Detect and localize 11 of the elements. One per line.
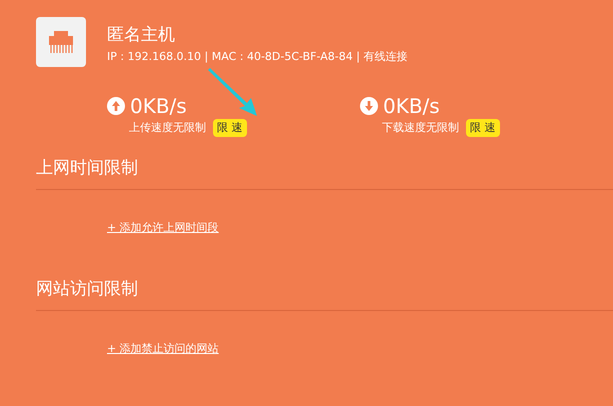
- ethernet-port-icon: [46, 31, 76, 53]
- speed-value: 0KB/s: [130, 94, 187, 118]
- host-details: IP : 192.168.0.10 | MAC : 40-8D-5C-BF-A8-84 | 有线连接: [107, 50, 408, 64]
- host-name: 匿名主机: [107, 24, 176, 46]
- limit-speed-button[interactable]: 限 速: [213, 119, 246, 137]
- section-title: 网站访问限制: [35, 278, 139, 300]
- speed-status: 上传速度无限制: [129, 120, 206, 136]
- speed-value: 0KB/s: [383, 94, 440, 118]
- section-title: 上网时间限制: [35, 157, 139, 179]
- limit-speed-button[interactable]: 限 速: [466, 119, 500, 137]
- speed-status: 下载速度无限制: [382, 120, 459, 136]
